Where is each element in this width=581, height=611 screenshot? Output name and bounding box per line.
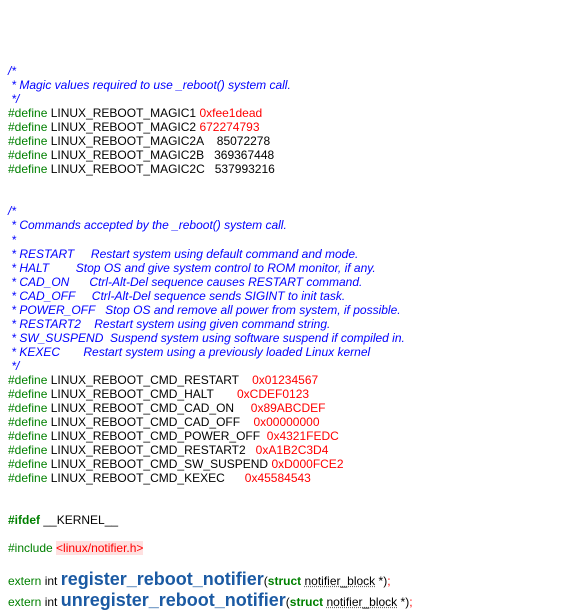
macro-value: 0xCDEF0123 [237, 387, 309, 401]
define-kw: #define [8, 401, 47, 415]
define-kw: #define [8, 134, 47, 148]
comment-line: */ [8, 92, 19, 106]
comment-line: /* [8, 64, 16, 78]
macro-name: LINUX_REBOOT_CMD_POWER_OFF [51, 429, 264, 443]
macro-name: LINUX_REBOOT_MAGIC2A 85072278 [51, 134, 270, 148]
comment-line: /* [8, 204, 16, 218]
return-type: int [45, 574, 58, 588]
macro-name: LINUX_REBOOT_CMD_HALT [51, 387, 234, 401]
type-name[interactable]: notifier_block [326, 595, 397, 609]
function-name[interactable]: register_reboot_notifier [61, 569, 264, 589]
macro-name: LINUX_REBOOT_CMD_RESTART [51, 373, 249, 387]
macro-value: 672274793 [199, 120, 259, 134]
define-kw: #define [8, 120, 47, 134]
storage-class: extern [8, 574, 41, 588]
macro-name: LINUX_REBOOT_CMD_KEXEC [51, 471, 242, 485]
macro-value: 0x01234567 [252, 373, 318, 387]
return-type: int [45, 595, 58, 609]
function-name[interactable]: unregister_reboot_notifier [61, 590, 286, 610]
struct-kw: struct [268, 574, 301, 588]
macro-value: 0xfee1dead [199, 106, 262, 120]
comment-line: * RESTART2 Restart system using given co… [8, 317, 330, 331]
macro-value: 0x45584543 [245, 471, 311, 485]
define-kw: #define [8, 443, 47, 457]
define-kw: #define [8, 415, 47, 429]
include-path: <linux/notifier.h> [56, 541, 143, 555]
macro-name: LINUX_REBOOT_CMD_CAD_ON [51, 401, 248, 415]
ifdef-name: __KERNEL__ [43, 513, 118, 527]
macro-value: 0x4321FEDC [267, 429, 339, 443]
comment-line: * CAD_OFF Ctrl-Alt-Del sequence sends SI… [8, 289, 345, 303]
macro-name: LINUX_REBOOT_MAGIC2 [51, 120, 196, 134]
include-kw: #include [8, 541, 53, 555]
comment-line: * HALT Stop OS and give system control t… [8, 261, 376, 275]
comment-line: * [8, 233, 16, 247]
macro-name: LINUX_REBOOT_MAGIC2B 369367448 [51, 148, 274, 162]
macro-value: 0x89ABCDEF [251, 401, 326, 415]
define-kw: #define [8, 373, 47, 387]
comment-line: * KEXEC Restart system using a previousl… [8, 345, 370, 359]
define-kw: #define [8, 148, 47, 162]
macro-value: 0x00000000 [253, 415, 319, 429]
comment-line: * CAD_ON Ctrl-Alt-Del sequence causes RE… [8, 275, 362, 289]
define-kw: #define [8, 387, 47, 401]
semicolon: ; [409, 595, 412, 609]
macro-name: LINUX_REBOOT_MAGIC1 [51, 106, 196, 120]
define-kw: #define [8, 162, 47, 176]
struct-kw: struct [290, 595, 323, 609]
define-kw: #define [8, 471, 47, 485]
comment-line: * SW_SUSPEND Suspend system using softwa… [8, 331, 405, 345]
macro-name: LINUX_REBOOT_CMD_SW_SUSPEND [51, 457, 268, 471]
define-kw: #define [8, 457, 47, 471]
macro-name: LINUX_REBOOT_CMD_CAD_OFF [51, 415, 250, 429]
comment-line: * Magic values required to use _reboot()… [8, 78, 291, 92]
macro-value: 0xA1B2C3D4 [256, 443, 329, 457]
comment-line: * Commands accepted by the _reboot() sys… [8, 218, 287, 232]
define-kw: #define [8, 106, 47, 120]
define-kw: #define [8, 429, 47, 443]
macro-name: LINUX_REBOOT_MAGIC2C 537993216 [51, 162, 275, 176]
semicolon: ; [387, 574, 390, 588]
macro-name: LINUX_REBOOT_CMD_RESTART2 [51, 443, 253, 457]
type-name[interactable]: notifier_block [304, 574, 375, 588]
ifdef-kw: #ifdef [8, 513, 40, 527]
storage-class: extern [8, 595, 41, 609]
macro-value: 0xD000FCE2 [271, 457, 343, 471]
comment-line: * POWER_OFF Stop OS and remove all power… [8, 303, 401, 317]
comment-line: * RESTART Restart system using default c… [8, 247, 358, 261]
comment-line: */ [8, 359, 19, 373]
